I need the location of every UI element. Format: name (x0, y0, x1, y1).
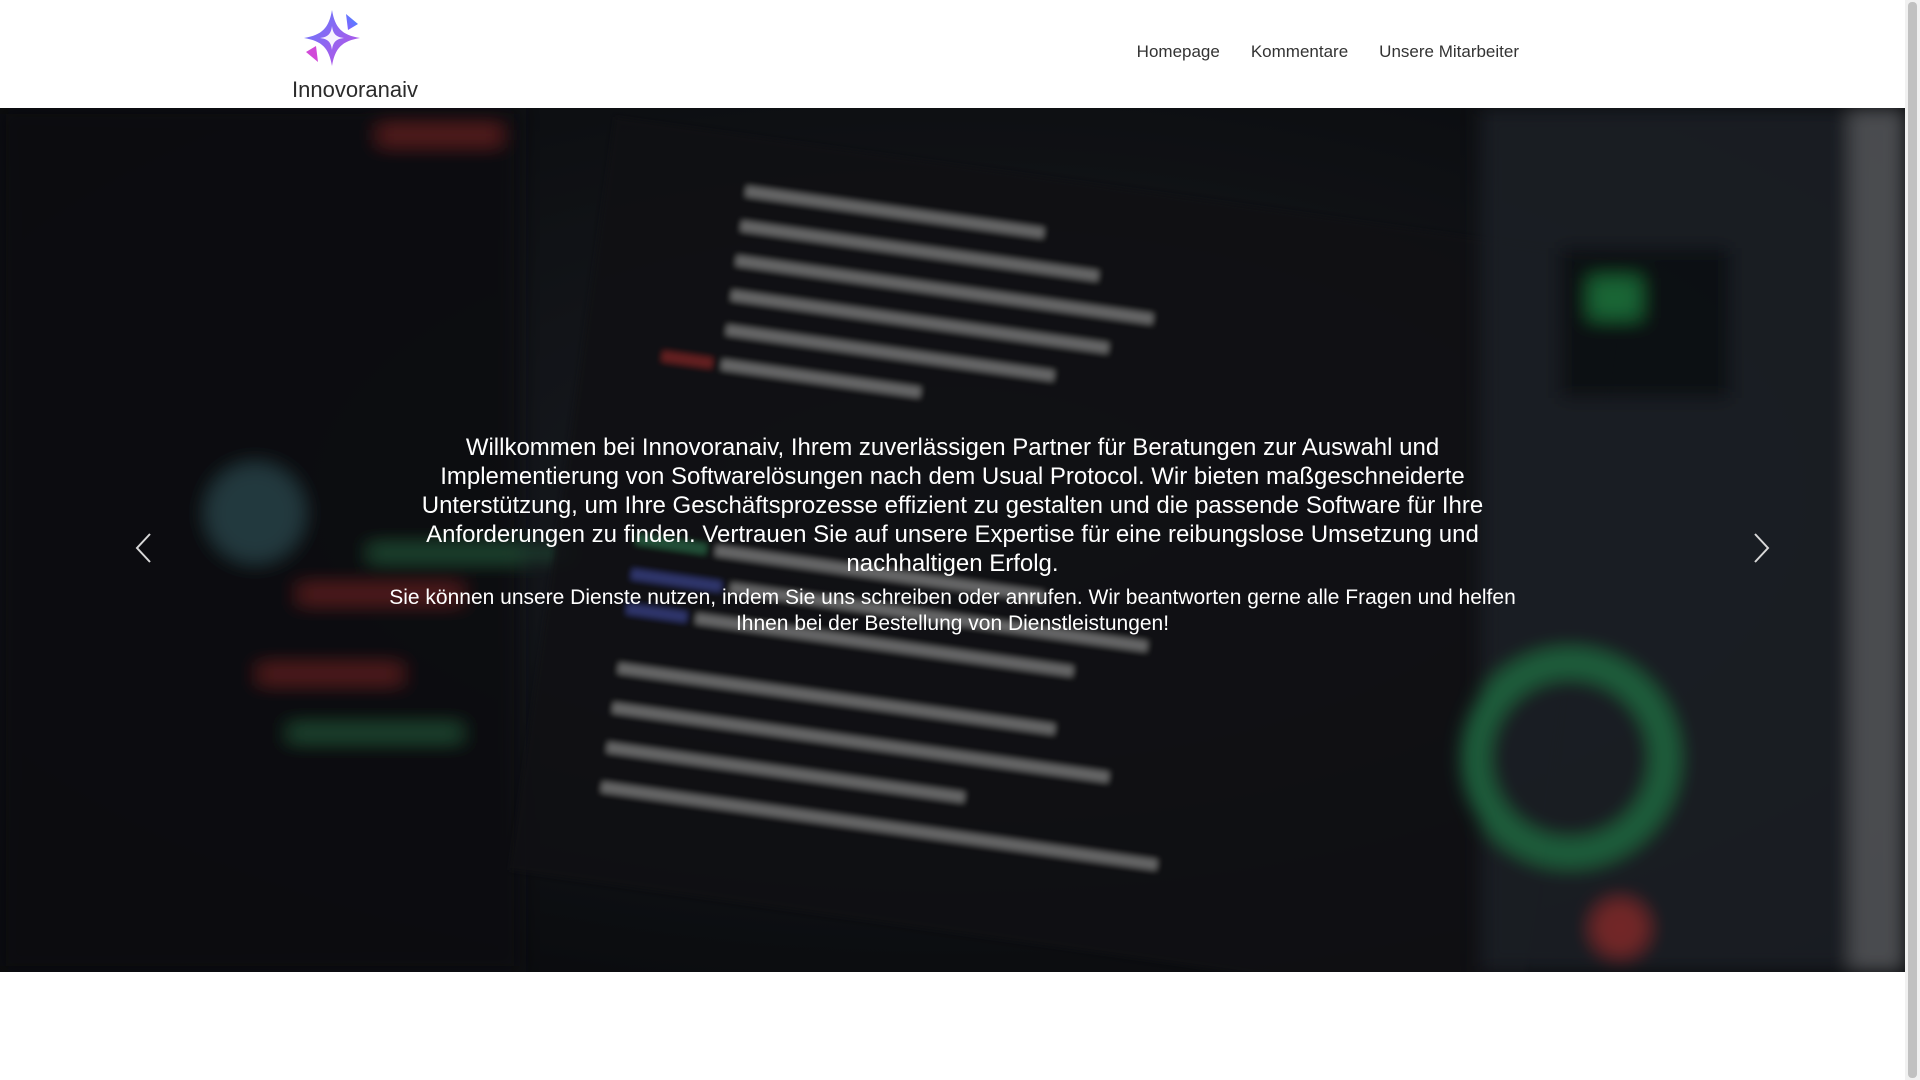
carousel-next-button[interactable] (1742, 518, 1782, 578)
nav-link-homepage[interactable]: Homepage (1137, 42, 1220, 62)
main-nav: Homepage Kommentare Unsere Mitarbeiter (1137, 42, 1519, 62)
chevron-right-icon (1754, 533, 1770, 563)
nav-link-unsere-mitarbeiter[interactable]: Unsere Mitarbeiter (1379, 42, 1519, 62)
chevron-left-icon (135, 533, 151, 563)
page: Innovoranaiv Homepage Kommentare Unsere … (0, 0, 1920, 1080)
page-scrollbar[interactable] (1905, 0, 1920, 1080)
four-point-star-logo-icon (304, 10, 360, 66)
nav-link-kommentare[interactable]: Kommentare (1251, 42, 1348, 62)
brand-home-link[interactable]: Innovoranaiv (292, 8, 442, 102)
site-header: Innovoranaiv Homepage Kommentare Unsere … (0, 0, 1905, 108)
carousel-prev-button[interactable] (123, 518, 163, 578)
hero-subtitle: Sie können unsere Dienste nutzen, indem … (389, 586, 1516, 635)
brand-name: Innovoranaiv (292, 77, 418, 102)
scrollbar-thumb[interactable] (1908, 2, 1917, 1078)
hero-content: Willkommen bei Innovoranaiv, Ihrem zuver… (380, 433, 1525, 637)
hero-slider: Willkommen bei Innovoranaiv, Ihrem zuver… (0, 108, 1905, 972)
hero-title: Willkommen bei Innovoranaiv, Ihrem zuver… (421, 434, 1484, 577)
